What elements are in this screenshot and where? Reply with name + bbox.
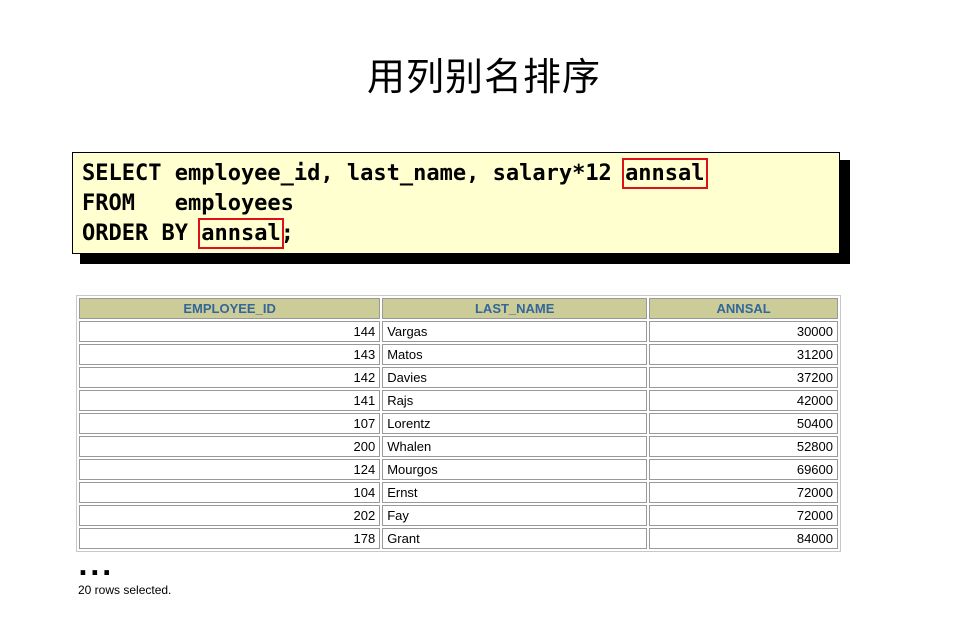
cell-last-name: Ernst bbox=[382, 482, 648, 503]
cell-annsal: 31200 bbox=[649, 344, 838, 365]
cell-employee-id: 200 bbox=[79, 436, 381, 457]
cell-last-name: Lorentz bbox=[382, 413, 648, 434]
cell-last-name: Matos bbox=[382, 344, 648, 365]
cell-annsal: 52800 bbox=[649, 436, 838, 457]
cell-employee-id: 124 bbox=[79, 459, 381, 480]
cell-last-name: Fay bbox=[382, 505, 648, 526]
table-body: 144 Vargas 30000 143 Matos 31200 142 Davies 3720… bbox=[79, 321, 838, 549]
cell-annsal: 42000 bbox=[649, 390, 838, 411]
table-row: 178 Grant 84000 bbox=[79, 528, 838, 549]
cell-annsal: 69600 bbox=[649, 459, 838, 480]
cell-last-name: Mourgos bbox=[382, 459, 648, 480]
table-row: 141 Rajs 42000 bbox=[79, 390, 838, 411]
sql-code-box: SELECT employee_id, last_name, salary*12… bbox=[72, 152, 840, 254]
cell-last-name: Rajs bbox=[382, 390, 648, 411]
cell-employee-id: 202 bbox=[79, 505, 381, 526]
page-title: 用列别名排序 bbox=[366, 55, 601, 99]
table-row: 202 Fay 72000 bbox=[79, 505, 838, 526]
table-row: 107 Lorentz 50400 bbox=[79, 413, 838, 434]
cell-employee-id: 104 bbox=[79, 482, 381, 503]
cell-employee-id: 144 bbox=[79, 321, 381, 342]
column-header-employee-id: EMPLOYEE_ID bbox=[79, 298, 381, 319]
sql-order-by-text: ORDER BY bbox=[82, 221, 202, 246]
sql-select-text: SELECT employee_id, last_name, salary*12 bbox=[82, 161, 626, 186]
cell-annsal: 72000 bbox=[649, 505, 838, 526]
rows-selected-status: 20 rows selected. bbox=[78, 583, 172, 597]
cell-last-name: Davies bbox=[382, 367, 648, 388]
sql-order-alias-highlight: annsal bbox=[198, 218, 284, 249]
sql-line-order-by: ORDER BY annsal; bbox=[82, 218, 294, 249]
ellipsis: ... bbox=[78, 552, 114, 582]
cell-employee-id: 142 bbox=[79, 367, 381, 388]
table-header-row: EMPLOYEE_ID LAST_NAME ANNSAL bbox=[79, 298, 838, 319]
column-header-annsal: ANNSAL bbox=[649, 298, 838, 319]
cell-annsal: 84000 bbox=[649, 528, 838, 549]
cell-employee-id: 178 bbox=[79, 528, 381, 549]
sql-semicolon: ; bbox=[280, 221, 294, 246]
table-row: 200 Whalen 52800 bbox=[79, 436, 838, 457]
sql-line-select: SELECT employee_id, last_name, salary*12… bbox=[82, 158, 708, 189]
cell-last-name: Vargas bbox=[382, 321, 648, 342]
cell-employee-id: 143 bbox=[79, 344, 381, 365]
sql-alias-highlight: annsal bbox=[622, 158, 708, 189]
cell-employee-id: 141 bbox=[79, 390, 381, 411]
sql-line-from: FROM employees bbox=[82, 191, 294, 216]
cell-annsal: 72000 bbox=[649, 482, 838, 503]
table-row: 142 Davies 37200 bbox=[79, 367, 838, 388]
cell-annsal: 30000 bbox=[649, 321, 838, 342]
column-header-last-name: LAST_NAME bbox=[382, 298, 648, 319]
cell-annsal: 50400 bbox=[649, 413, 838, 434]
cell-last-name: Whalen bbox=[382, 436, 648, 457]
cell-last-name: Grant bbox=[382, 528, 648, 549]
results-table: EMPLOYEE_ID LAST_NAME ANNSAL 144 Vargas 30… bbox=[76, 295, 841, 552]
table-row: 104 Ernst 72000 bbox=[79, 482, 838, 503]
cell-annsal: 37200 bbox=[649, 367, 838, 388]
table-row: 143 Matos 31200 bbox=[79, 344, 838, 365]
table-row: 144 Vargas 30000 bbox=[79, 321, 838, 342]
table-row: 124 Mourgos 69600 bbox=[79, 459, 838, 480]
cell-employee-id: 107 bbox=[79, 413, 381, 434]
